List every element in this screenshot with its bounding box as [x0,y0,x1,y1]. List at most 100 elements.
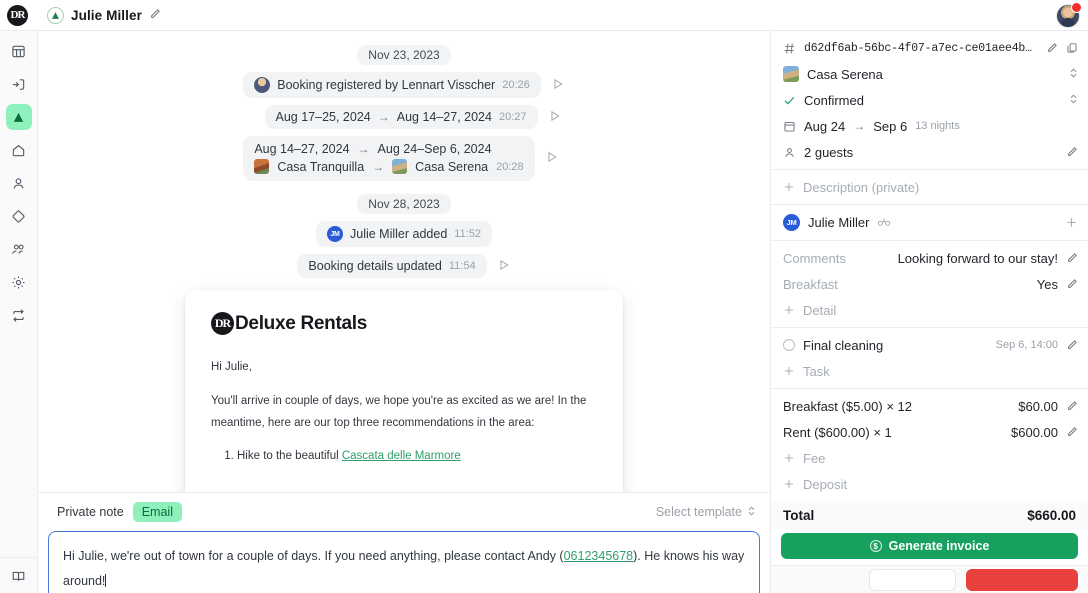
pencil-icon[interactable] [1066,426,1078,438]
send-triangle-icon[interactable] [545,150,559,167]
timeline-date: Nov 28, 2023 [357,194,451,214]
event-chip[interactable]: JM Julie Miller added 11:52 [316,221,492,247]
sidebar-item-planning[interactable] [6,38,32,64]
calendar-icon [783,120,796,133]
event-text: Booking registered by Lennart Visscher [277,78,496,92]
sidebar-item-settings[interactable] [6,269,32,295]
event-time: 11:54 [448,260,476,272]
detail-label: Breakfast [783,276,838,292]
booking-id-row[interactable]: d62df6ab-56bc-4f07-a7ec-ce01aee4b1df [771,35,1088,61]
event-time: 11:52 [454,228,481,240]
pencil-icon[interactable] [1066,252,1078,264]
pencil-icon[interactable] [1046,42,1058,54]
sidebar-item-properties[interactable] [6,137,32,163]
event-chip[interactable]: Booking registered by Lennart Visscher 2… [243,72,541,98]
add-detail-button[interactable]: Detail [771,297,1088,323]
event-chip[interactable]: Aug 14–27, 2024 → Aug 24–Sep 6, 2024 Cas… [243,136,535,181]
sidebar-item-bookings[interactable] [5,104,32,130]
tab-private-note[interactable]: Private note [48,502,133,522]
charge-row[interactable]: Rent ($600.00) × 1 $600.00 [771,419,1088,445]
chevron-updown-icon[interactable] [1069,93,1078,108]
pencil-icon[interactable] [1066,278,1078,290]
status-badge: Confirmed [804,92,864,108]
event-text: Booking details updated [308,259,442,273]
arrow-right-icon: → [377,110,390,124]
chevron-updown-icon[interactable] [1069,67,1078,82]
message-input[interactable]: Hi Julie, we're out of town for a couple… [48,531,760,593]
total-amount: $660.00 [1027,508,1076,523]
avatar[interactable] [1056,2,1082,28]
event-time: 20:28 [496,160,524,173]
pencil-icon[interactable] [1066,339,1078,351]
booking-id: d62df6ab-56bc-4f07-a7ec-ce01aee4b1df [804,41,1038,55]
delete-booking-button[interactable] [966,568,1078,591]
pencil-icon[interactable] [149,8,161,23]
chevron-updown-icon [747,505,756,520]
contact-row[interactable]: JM Julie Miller [771,209,1088,236]
select-template-dropdown[interactable]: Select template [656,505,760,520]
contact-section: JM Julie Miller [771,205,1088,241]
pencil-icon[interactable] [1066,400,1078,412]
tab-email[interactable]: Email [132,502,182,522]
email-link[interactable]: Cascata delle Marmore [342,450,461,462]
sidebar-item-inbox[interactable] [6,71,32,97]
brand-logo[interactable]: DR [7,4,28,26]
detail-row[interactable]: Breakfast Yes [771,271,1088,297]
secondary-action-button[interactable] [869,568,956,591]
contact-name: Julie Miller [808,215,870,230]
detail-row[interactable]: Comments Looking forward to our stay! [771,245,1088,271]
pencil-icon[interactable] [1066,146,1078,158]
event-text: Julie Miller added [350,227,448,241]
add-contact-button[interactable] [1065,216,1078,229]
composer-tabs: Private note Email Select template [48,499,760,525]
timeline-event: Booking registered by Lennart Visscher 2… [243,72,564,98]
send-triangle-icon[interactable] [551,77,565,94]
select-template-label: Select template [655,505,742,519]
send-triangle-icon[interactable] [497,258,511,275]
plus-icon [783,452,795,464]
tent-icon [47,6,64,24]
add-deposit-button[interactable]: Deposit [771,471,1088,497]
circle-checkbox-icon[interactable] [783,339,795,351]
guests-count: 2 guests [804,144,854,160]
charge-row[interactable]: Breakfast ($5.00) × 12 $60.00 [771,393,1088,419]
add-fee-button[interactable]: Fee [771,445,1088,471]
sidebar-item-deals[interactable] [6,203,32,229]
sidebar-item-guests[interactable] [6,170,32,196]
copy-icon[interactable] [1066,42,1078,54]
generate-invoice-button[interactable]: $ Generate invoice [781,533,1078,559]
breadcrumb: Julie Miller [47,6,161,24]
phone-link[interactable]: 0612345678 [564,549,634,563]
timeline-event: JM Julie Miller added 11:52 [316,221,492,247]
email-brand-name: Deluxe Rentals [235,312,368,334]
sidebar-item-team[interactable] [6,236,32,262]
email-status: 1 opened 1 bounced 12:10 [211,490,597,492]
app-window: DR Julie Miller Nov 23, 2023 Booking reg… [0,0,1088,593]
add-task-button[interactable]: Task [771,358,1088,384]
event-chip[interactable]: Aug 17–25, 2024 → Aug 14–27, 2024 20:27 [264,105,538,129]
person-photo-icon [254,77,271,93]
send-triangle-icon[interactable] [548,109,562,126]
person-icon [783,146,796,159]
add-description-button[interactable]: Description (private) [771,174,1088,200]
guests-row[interactable]: 2 guests [771,139,1088,165]
event-chip[interactable]: Booking details updated 11:54 [297,254,487,278]
email-brand: DR Deluxe Rentals [211,312,597,335]
event-from: Aug 17–25, 2024 [275,110,371,124]
dates-row[interactable]: Aug 24 → Sep 6 13 nights [771,113,1088,139]
timeline-date: Nov 23, 2023 [357,45,451,65]
top-bar: DR Julie Miller [0,0,1088,31]
email-message-card[interactable]: DR Deluxe Rentals Hi Julie, You'll arriv… [185,290,623,492]
plus-icon [783,181,795,193]
sidebar-item-sync[interactable] [6,302,32,328]
check-icon [783,94,796,107]
task-row[interactable]: Final cleaning Sep 6, 14:00 [771,332,1088,358]
charge-amount: $60.00 [1018,398,1058,414]
status-row[interactable]: Confirmed [771,87,1088,113]
book-icon[interactable] [6,563,32,589]
page-title: Julie Miller [71,7,142,23]
property-row[interactable]: Casa Serena [771,61,1088,87]
property-thumbnail-icon [392,159,408,174]
link-glasses-icon[interactable] [877,217,891,228]
event-from: Aug 14–27, 2024 [254,142,350,156]
